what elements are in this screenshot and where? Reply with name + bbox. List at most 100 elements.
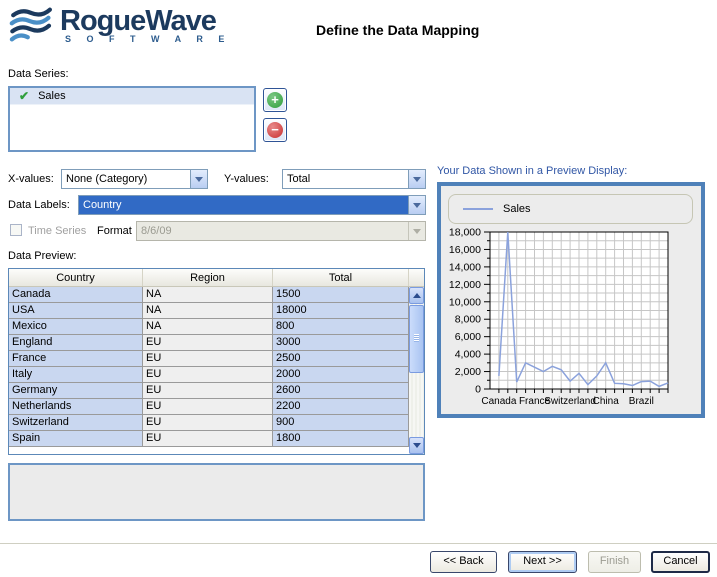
data-labels-label: Data Labels: bbox=[8, 199, 70, 211]
scroll-down-button[interactable] bbox=[409, 437, 424, 454]
plus-icon: + bbox=[267, 92, 283, 108]
back-button[interactable]: << Back bbox=[430, 551, 497, 573]
data-labels-combobox[interactable]: Country bbox=[78, 195, 426, 215]
table-cell: 900 bbox=[273, 415, 409, 431]
data-preview-label: Data Preview: bbox=[8, 250, 76, 262]
table-cell: NA bbox=[143, 319, 273, 335]
next-button[interactable]: Next >> bbox=[508, 551, 577, 573]
data-series-listbox[interactable]: ✔ Sales bbox=[8, 86, 256, 152]
svg-text:16,000: 16,000 bbox=[449, 244, 481, 256]
svg-text:2,000: 2,000 bbox=[455, 366, 481, 378]
data-series-item-label: Sales bbox=[38, 90, 66, 102]
table-cell: EU bbox=[143, 383, 273, 399]
logo-brand: RogueWave bbox=[60, 6, 231, 36]
chevron-down-icon[interactable] bbox=[190, 170, 207, 188]
time-series-label: Time Series bbox=[28, 225, 86, 237]
y-values-value: Total bbox=[283, 170, 408, 188]
scrollbar-track[interactable] bbox=[409, 374, 424, 437]
y-values-label: Y-values: bbox=[224, 173, 269, 185]
preview-chart: 0 2,000 4,000 6,000 8,000 10,000 12,000 14,000 1… bbox=[441, 226, 700, 412]
vertical-scrollbar[interactable] bbox=[409, 287, 424, 454]
svg-text:Canada: Canada bbox=[481, 396, 516, 407]
table-cell: NA bbox=[143, 287, 273, 303]
table-cell: Switzerland bbox=[9, 415, 143, 431]
table-cell: 2000 bbox=[273, 367, 409, 383]
chart-legend: Sales bbox=[448, 194, 693, 224]
data-series-item-sales[interactable]: ✔ Sales bbox=[10, 88, 254, 105]
table-cell: 18000 bbox=[273, 303, 409, 319]
footer-separator bbox=[0, 543, 717, 545]
svg-text:14,000: 14,000 bbox=[449, 261, 481, 273]
svg-text:4,000: 4,000 bbox=[455, 349, 481, 361]
add-series-button[interactable]: + bbox=[263, 88, 287, 112]
legend-line-sample bbox=[463, 208, 493, 210]
table-cell: NA bbox=[143, 303, 273, 319]
table-row: NetherlandsEU2200 bbox=[9, 399, 409, 415]
data-preview-grid: CountryRegionTotal CanadaNA1500USANA1800… bbox=[8, 268, 425, 455]
table-row: GermanyEU2600 bbox=[9, 383, 409, 399]
y-values-combobox[interactable]: Total bbox=[282, 169, 426, 189]
format-combobox: 8/6/09 bbox=[136, 221, 426, 241]
chevron-down-icon[interactable] bbox=[408, 170, 425, 188]
svg-text:18,000: 18,000 bbox=[449, 227, 481, 239]
table-cell: Spain bbox=[9, 431, 143, 447]
svg-text:Switzerland: Switzerland bbox=[544, 396, 596, 407]
chart-preview-panel: Sales 0 2,000 4,000 6,000 8,000 10,000 12,000 1… bbox=[437, 182, 705, 418]
preview-title: Your Data Shown in a Preview Display: bbox=[437, 165, 627, 177]
format-label: Format bbox=[97, 225, 132, 237]
finish-button[interactable]: Finish bbox=[588, 551, 641, 573]
wave-icon bbox=[8, 6, 54, 46]
svg-text:0: 0 bbox=[475, 384, 481, 396]
table-cell: England bbox=[9, 335, 143, 351]
table-cell: 2500 bbox=[273, 351, 409, 367]
table-cell: 1800 bbox=[273, 431, 409, 447]
table-row: ItalyEU2000 bbox=[9, 367, 409, 383]
data-labels-value: Country bbox=[79, 196, 408, 214]
table-cell: EU bbox=[143, 415, 273, 431]
svg-text:8,000: 8,000 bbox=[455, 314, 481, 326]
x-values-label: X-values: bbox=[8, 173, 54, 185]
svg-text:6,000: 6,000 bbox=[455, 331, 481, 343]
svg-text:12,000: 12,000 bbox=[449, 279, 481, 291]
table-row: FranceEU2500 bbox=[9, 351, 409, 367]
svg-text:China: China bbox=[593, 396, 620, 407]
table-cell: Italy bbox=[9, 367, 143, 383]
page-title: Define the Data Mapping bbox=[316, 22, 479, 38]
table-cell: France bbox=[9, 351, 143, 367]
table-row: EnglandEU3000 bbox=[9, 335, 409, 351]
column-header-total[interactable]: Total bbox=[273, 269, 409, 286]
legend-label: Sales bbox=[503, 203, 531, 215]
table-row: MexicoNA800 bbox=[9, 319, 409, 335]
x-values-value: None (Category) bbox=[62, 170, 190, 188]
remove-series-button[interactable]: − bbox=[263, 118, 287, 142]
table-cell: 1500 bbox=[273, 287, 409, 303]
svg-text:Brazil: Brazil bbox=[629, 396, 654, 407]
roguewave-logo: RogueWave S O F T W A R E bbox=[8, 6, 231, 46]
table-cell: Netherlands bbox=[9, 399, 143, 415]
table-cell: Mexico bbox=[9, 319, 143, 335]
svg-text:10,000: 10,000 bbox=[449, 296, 481, 308]
table-cell: EU bbox=[143, 399, 273, 415]
data-mapping-wizard-window: RogueWave S O F T W A R E Define the Dat… bbox=[0, 0, 717, 577]
table-cell: EU bbox=[143, 351, 273, 367]
format-value: 8/6/09 bbox=[137, 222, 408, 240]
table-cell: EU bbox=[143, 431, 273, 447]
minus-icon: − bbox=[267, 122, 283, 138]
chevron-down-icon[interactable] bbox=[408, 196, 425, 214]
check-icon: ✔ bbox=[19, 89, 29, 103]
logo-subtitle: S O F T W A R E bbox=[60, 34, 231, 44]
scrollbar-thumb[interactable] bbox=[409, 305, 424, 373]
scroll-up-button[interactable] bbox=[409, 287, 424, 304]
column-header-region[interactable]: Region bbox=[143, 269, 273, 286]
table-row: USANA18000 bbox=[9, 303, 409, 319]
column-header-country[interactable]: Country bbox=[9, 269, 143, 286]
x-values-combobox[interactable]: None (Category) bbox=[61, 169, 208, 189]
logo-text: RogueWave S O F T W A R E bbox=[60, 6, 231, 44]
time-series-checkbox[interactable] bbox=[10, 224, 22, 236]
data-series-label: Data Series: bbox=[8, 68, 69, 80]
table-cell: Germany bbox=[9, 383, 143, 399]
table-cell: EU bbox=[143, 367, 273, 383]
table-cell: 3000 bbox=[273, 335, 409, 351]
cancel-button[interactable]: Cancel bbox=[651, 551, 710, 573]
table-cell: 2600 bbox=[273, 383, 409, 399]
